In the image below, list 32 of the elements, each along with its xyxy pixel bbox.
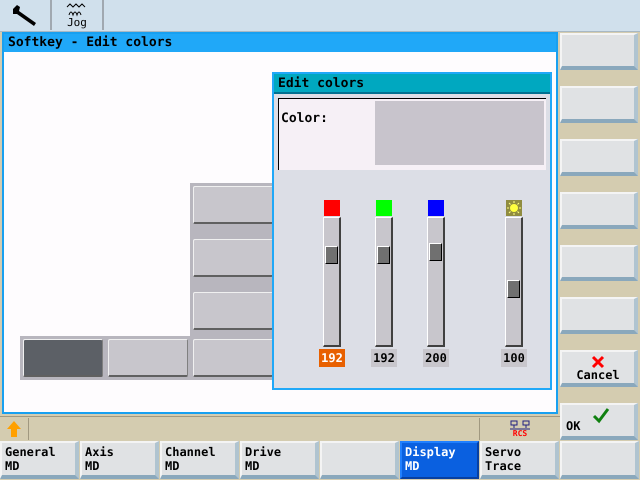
preview-key[interactable] [23,339,103,377]
softkey[interactable]: Display MD [400,441,479,479]
wave-icon [66,2,88,16]
network-icon [509,420,531,430]
preview-key[interactable] [193,239,273,277]
value-label[interactable]: 192 [371,349,397,367]
sun-icon [506,200,522,216]
value-label[interactable]: 200 [423,349,449,367]
value-label[interactable]: 100 [501,349,527,367]
preview-key[interactable] [108,339,188,377]
slider-thumb[interactable] [325,246,338,264]
slider-thumb[interactable] [377,246,390,264]
softkey[interactable]: Servo Trace [480,441,559,479]
ok-button[interactable]: OK [560,403,638,440]
window-title: Softkey - Edit colors [4,34,556,52]
slider-thumb[interactable] [429,242,442,261]
rcs-label: RCS [512,430,528,438]
dialog-title: Edit colors [274,74,550,94]
jog-button[interactable]: Jog [52,0,104,30]
softkey[interactable]: Drive MD [240,441,319,479]
color-label: Color: [281,110,329,128]
softkey[interactable]: Channel MD [160,441,239,479]
softkey[interactable]: General MD [0,441,79,479]
preview-key[interactable] [193,186,273,224]
close-icon [591,355,605,370]
cancel-button[interactable]: Cancel [560,350,638,388]
slider-thumb[interactable] [507,280,520,298]
softkey[interactable]: Axis MD [80,441,159,479]
preview-key[interactable] [193,339,273,377]
up-arrow-icon [6,420,22,438]
preview-key[interactable] [193,292,273,330]
check-icon [592,406,610,424]
